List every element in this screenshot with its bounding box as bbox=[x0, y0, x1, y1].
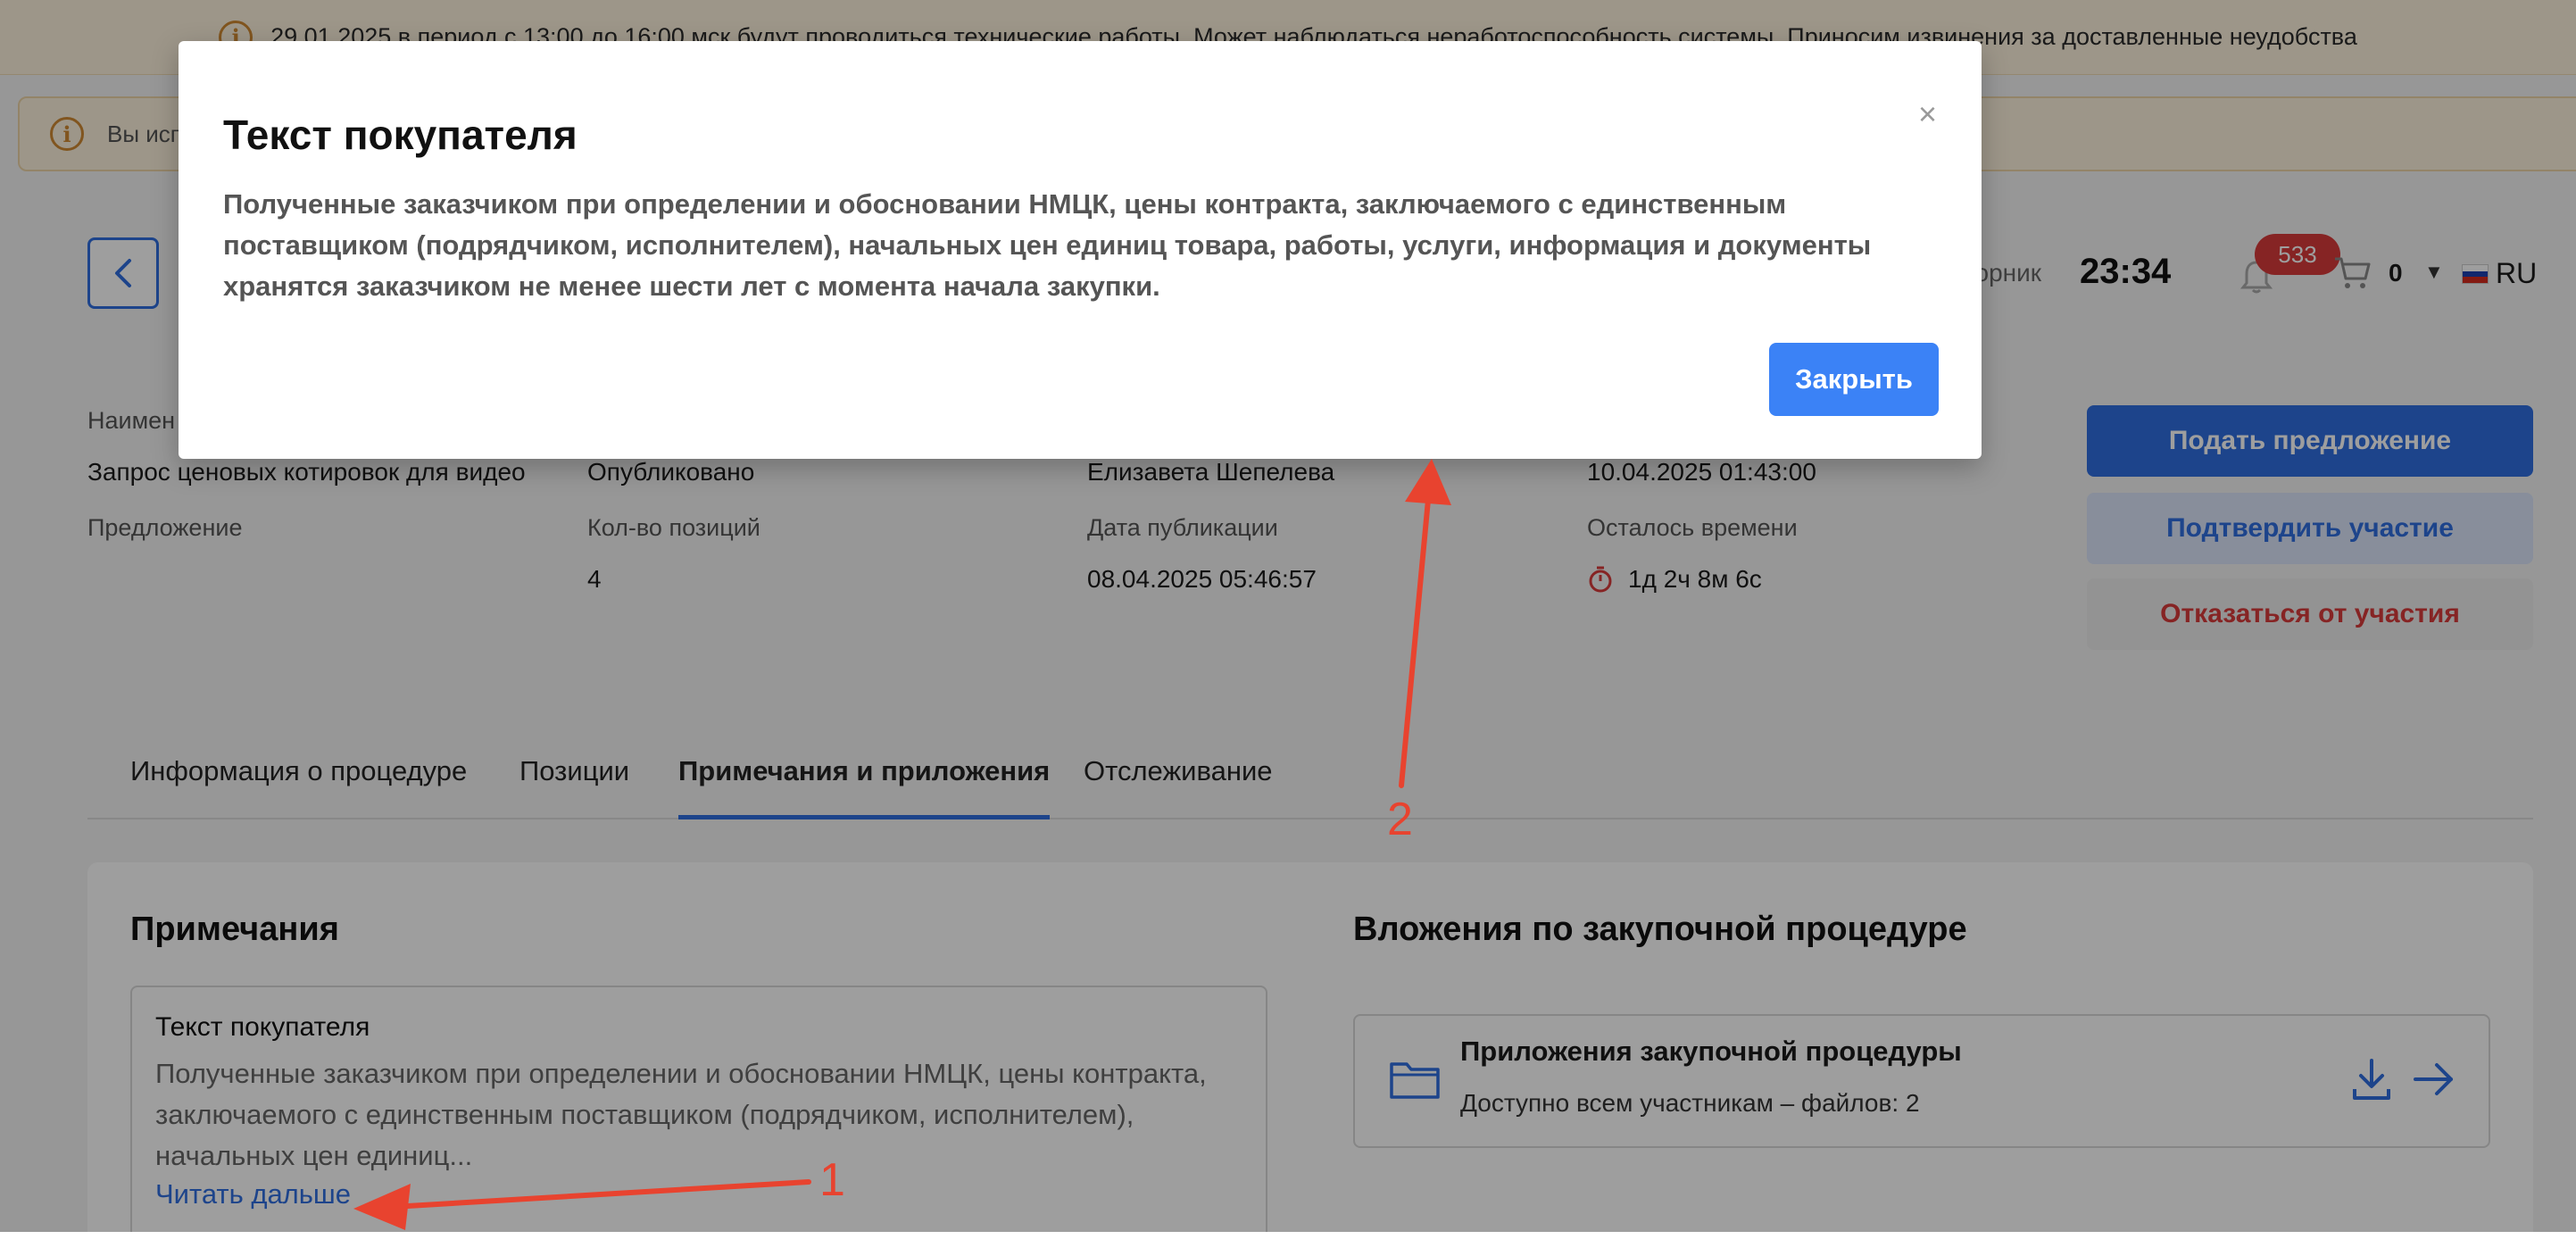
close-button[interactable]: Закрыть bbox=[1769, 343, 1939, 416]
close-icon[interactable]: × bbox=[1918, 98, 1937, 130]
modal-body: Полученные заказчиком при определении и … bbox=[223, 188, 1872, 302]
page-viewport: i 29.01.2025 в период с 13:00 до 16:00 м… bbox=[0, 0, 2576, 1232]
modal-title: Текст покупателя bbox=[223, 112, 578, 158]
buyer-text-modal: × Текст покупателя Полученные заказчиком… bbox=[179, 41, 1982, 459]
page-bottom-strip bbox=[0, 1232, 2576, 1256]
annotation-label-1: 1 bbox=[819, 1154, 845, 1206]
annotation-label-2: 2 bbox=[1387, 794, 1413, 845]
